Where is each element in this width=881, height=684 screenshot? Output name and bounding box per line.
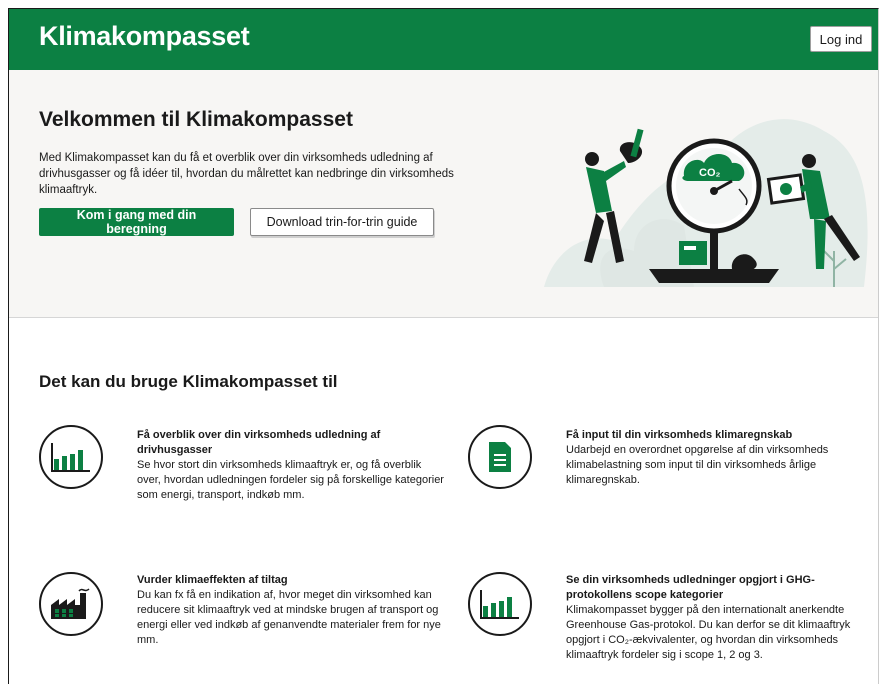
feature-title: Se din virksomheds udledninger opgjort i… bbox=[566, 574, 815, 601]
feature-title: Få input til din virksomheds klimaregnsk… bbox=[566, 429, 793, 441]
download-guide-button[interactable]: Download trin-for-trin guide bbox=[250, 208, 434, 236]
hero-illustration: CO₂ bbox=[544, 119, 868, 287]
factory-icon bbox=[39, 572, 103, 636]
co2-badge: CO₂ bbox=[699, 167, 721, 179]
bar-chart-icon bbox=[468, 572, 532, 636]
feature-overview: Få overblik over din virksomheds udledni… bbox=[137, 428, 447, 503]
hero-text: Med Klimakompasset kan du få et overblik… bbox=[39, 152, 454, 196]
hero-section: Velkommen til Klimakompasset Med Klimako… bbox=[9, 70, 878, 318]
feature-climate-account: Få input til din virksomheds klimaregnsk… bbox=[566, 428, 876, 488]
bar-chart-icon bbox=[39, 425, 103, 489]
feature-ghg-scopes: Se din virksomheds udledninger opgjort i… bbox=[566, 573, 876, 663]
brand-logo[interactable]: Klimakompasset bbox=[39, 21, 250, 52]
login-button[interactable]: Log ind bbox=[810, 26, 872, 52]
top-bar: Klimakompasset Log ind bbox=[9, 9, 878, 70]
features-heading: Det kan du bruge Klimakompasset til bbox=[39, 372, 338, 391]
feature-text: Du kan fx få en indikation af, hvor mege… bbox=[137, 589, 441, 646]
feature-text: Se hvor stort din virksomheds klimaaftry… bbox=[137, 459, 444, 501]
browser-frame: Klimakompasset Log ind Velkommen til Kli… bbox=[8, 8, 879, 684]
hero-title: Velkommen til Klimakompasset bbox=[39, 108, 353, 131]
feature-title: Vurder klimaeffekten af tiltag bbox=[137, 574, 288, 586]
document-icon bbox=[468, 425, 532, 489]
start-calculation-button[interactable]: Kom i gang med din beregning bbox=[39, 208, 234, 236]
feature-measures: Vurder klimaeffekten af tiltag Du kan fx… bbox=[137, 573, 447, 648]
feature-text: Udarbejd en overordnet opgørelse af din … bbox=[566, 444, 829, 486]
feature-text: Klimakompasset bygger på den internation… bbox=[566, 604, 851, 661]
feature-title: Få overblik over din virksomheds udledni… bbox=[137, 429, 381, 456]
